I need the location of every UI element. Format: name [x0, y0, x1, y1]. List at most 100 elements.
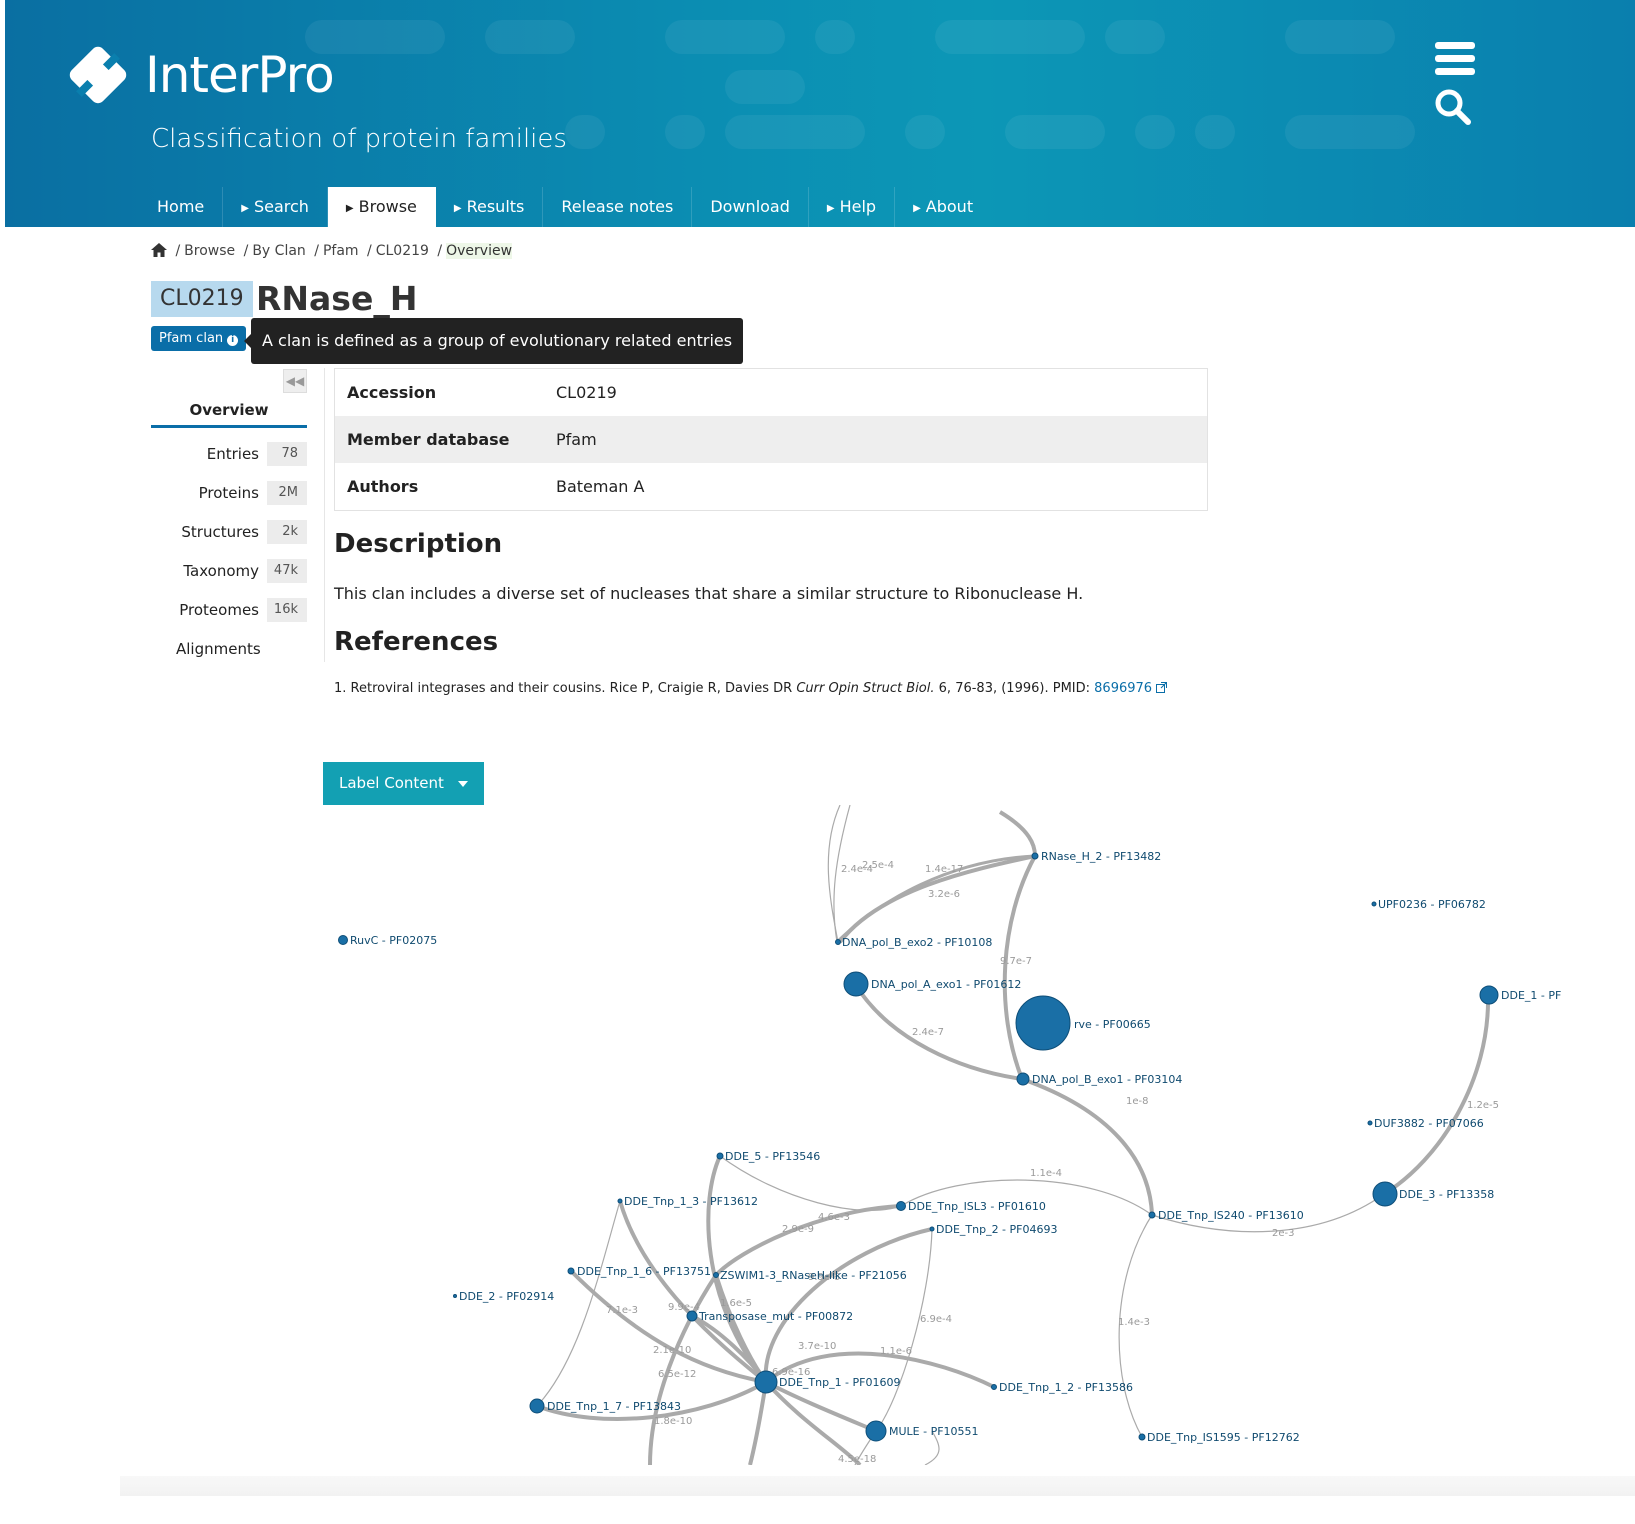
row-value: Bateman A: [556, 477, 645, 496]
graph-node[interactable]: [929, 1226, 935, 1232]
node-label: MULE - PF10551: [889, 1425, 979, 1438]
graph-node[interactable]: [529, 1398, 545, 1414]
node-label: DDE_Tnp_2 - PF04693: [936, 1223, 1057, 1236]
graph-node[interactable]: [1148, 1211, 1156, 1219]
clan-relationship-graph[interactable]: 2.4e-4 2.5e-4 1.4e-17 3.2e-6 9.7e-7 2.4e…: [0, 805, 1635, 1465]
graph-node[interactable]: [1015, 995, 1071, 1051]
graph-node[interactable]: [686, 1310, 698, 1322]
nav-search[interactable]: ▶ Search: [223, 187, 328, 227]
edge-label: 1.4e-17: [925, 864, 963, 875]
node-label: DNA_pol_B_exo1 - PF03104: [1032, 1073, 1182, 1086]
nav-download-label: Download: [710, 197, 790, 216]
node-label: DDE_2 - PF02914: [459, 1290, 554, 1303]
graph-node[interactable]: [865, 1420, 887, 1442]
nav-about[interactable]: ▶ About: [895, 187, 991, 227]
edge-label: 1.2e-5: [1467, 1100, 1499, 1111]
node-label: DNA_pol_A_exo1 - PF01612: [871, 978, 1021, 991]
node-label: RuvC - PF02075: [350, 934, 437, 947]
edge-label: 3.7e-10: [798, 1341, 836, 1352]
graph-edge: [1382, 994, 1491, 1196]
edge-label: 6.5e-12: [658, 1369, 696, 1380]
collapse-sidebar-button[interactable]: ◀◀: [283, 369, 307, 393]
sidebar-item-proteomes[interactable]: Proteomes 16k: [151, 590, 307, 629]
caret-right-icon: ▶: [453, 203, 462, 214]
pmid-link[interactable]: 8696976: [1094, 681, 1152, 696]
count-badge: 2M: [267, 480, 307, 505]
graph-node[interactable]: [835, 939, 841, 945]
pfam-clan-label: Pfam clan: [159, 331, 224, 346]
graph-node[interactable]: [617, 1198, 623, 1204]
search-icon[interactable]: [1434, 88, 1472, 130]
graph-node[interactable]: [843, 971, 869, 997]
graph-node[interactable]: [716, 1152, 724, 1160]
sidebar-item-label: Taxonomy: [183, 561, 259, 580]
row-value: Pfam: [556, 430, 597, 449]
nav-browse-label: Browse: [358, 197, 417, 216]
interpro-logo[interactable]: InterPro: [65, 42, 335, 108]
chevron-down-icon: [458, 781, 468, 787]
nav-results-label: Results: [466, 197, 525, 216]
sidebar-item-structures[interactable]: Structures 2k: [151, 512, 307, 551]
nav-release-notes-label: Release notes: [561, 197, 674, 216]
sidebar-divider: [324, 368, 325, 662]
label-content-dropdown[interactable]: Label Content: [323, 762, 484, 805]
external-link-icon[interactable]: [1156, 682, 1168, 697]
graph-node[interactable]: [1367, 1120, 1373, 1126]
graph-node[interactable]: [1371, 901, 1377, 907]
nav-release-notes[interactable]: Release notes: [543, 187, 693, 227]
reference-journal: Curr Opin Struct Biol.: [796, 681, 935, 696]
graph-node[interactable]: [754, 1370, 778, 1394]
graph-node[interactable]: [896, 1201, 906, 1211]
graph-node[interactable]: [567, 1267, 575, 1275]
page-title: RNase_H: [256, 279, 418, 318]
graph-node[interactable]: [1479, 985, 1499, 1005]
edge-label: 1e-8: [1126, 1096, 1149, 1107]
sidebar-item-overview[interactable]: Overview: [151, 395, 307, 428]
nav-about-label: About: [925, 197, 974, 216]
sidebar-item-taxonomy[interactable]: Taxonomy 47k: [151, 551, 307, 590]
nav-browse[interactable]: ▶ Browse: [327, 187, 436, 227]
nav-help[interactable]: ▶ Help: [809, 187, 896, 227]
sidebar-item-alignments[interactable]: Alignments: [151, 629, 307, 668]
nav-results[interactable]: ▶ Results: [436, 187, 544, 227]
node-label: DDE_5 - PF13546: [725, 1150, 820, 1163]
edge-label: 2.5e-4: [862, 860, 894, 871]
edge-label: 1.4e-3: [1118, 1317, 1150, 1328]
hamburger-menu-icon[interactable]: [1435, 42, 1475, 80]
sidebar-item-proteins[interactable]: Proteins 2M: [151, 473, 307, 512]
edge-label: 4.5e-18: [838, 1454, 876, 1465]
sidebar-item-label: Proteomes: [179, 600, 259, 619]
sidebar: Overview Entries 78 Proteins 2M Structures…: [151, 395, 307, 668]
graph-node[interactable]: [991, 1384, 997, 1390]
main-nav: Home ▶ Search ▶ Browse ▶ Results Release no…: [151, 187, 991, 227]
clan-tooltip: A clan is defined as a group of evolutio…: [243, 318, 744, 364]
sidebar-item-label: Proteins: [198, 483, 259, 502]
graph-node[interactable]: [1031, 852, 1039, 860]
nav-home[interactable]: Home: [151, 187, 224, 227]
pfam-clan-badge[interactable]: Pfam clan i: [151, 326, 247, 351]
graph-node[interactable]: [713, 1272, 719, 1278]
graph-node[interactable]: [338, 935, 348, 945]
breadcrumb-by-clan[interactable]: By Clan: [252, 243, 305, 259]
caret-right-icon: ▶: [345, 203, 354, 214]
breadcrumb-accession[interactable]: CL0219: [376, 243, 429, 259]
site-header: InterPro Classification of protein famil…: [5, 0, 1635, 227]
node-label: DDE_Tnp_1_3 - PF13612: [624, 1195, 758, 1208]
graph-node[interactable]: [1016, 1072, 1030, 1086]
graph-node[interactable]: [1138, 1433, 1146, 1441]
graph-node[interactable]: [453, 1294, 457, 1298]
nav-download[interactable]: Download: [692, 187, 809, 227]
breadcrumb-pfam[interactable]: Pfam: [323, 243, 359, 259]
breadcrumb-current: Overview: [446, 243, 513, 259]
edge-label: 4.6e-3: [818, 1212, 850, 1223]
row-key: Accession: [347, 383, 437, 402]
home-icon[interactable]: [151, 243, 167, 261]
graph-edge: [714, 1204, 902, 1277]
graph-node[interactable]: [1372, 1181, 1398, 1207]
table-row: Member database Pfam: [334, 416, 1208, 463]
breadcrumb-browse[interactable]: Browse: [184, 243, 235, 259]
node-label: ZSWIM1-3_RNaseH-like - PF21056: [720, 1269, 907, 1282]
node-label: UPF0236 - PF06782: [1378, 898, 1486, 911]
sidebar-item-entries[interactable]: Entries 78: [151, 434, 307, 473]
count-badge: 47k: [267, 558, 307, 583]
